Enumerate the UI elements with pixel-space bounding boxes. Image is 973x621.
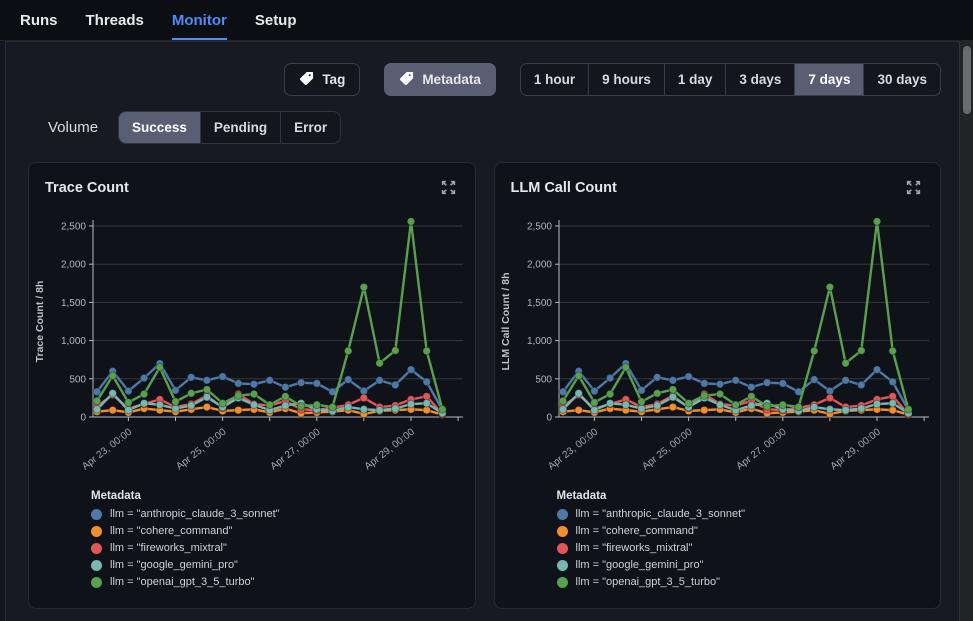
legend-label: llm = "fireworks_mixtral" xyxy=(576,542,693,554)
legend-item: llm = "openai_gpt_3_5_turbo" xyxy=(91,576,475,588)
legend-item: llm = "google_gemini_pro" xyxy=(557,559,941,571)
legend-item: llm = "cohere_command" xyxy=(91,525,475,537)
scrollbar-thumb[interactable] xyxy=(963,46,971,114)
nav-item-setup[interactable]: Setup xyxy=(255,0,297,40)
line-chart: 0 500 1,000 1,500 2,000 2,500 Apr 23, 00:00 Apr… xyxy=(495,202,941,484)
svg-text:Apr 29, 00:00: Apr 29, 00:00 xyxy=(828,426,882,472)
time-range-3-days[interactable]: 3 days xyxy=(725,64,794,95)
svg-text:1,000: 1,000 xyxy=(61,336,86,347)
volume-tab-pending[interactable]: Pending xyxy=(200,112,280,143)
legend-title: Metadata xyxy=(91,490,475,502)
legend-title: Metadata xyxy=(557,490,941,502)
legend-color-dot xyxy=(91,543,102,554)
expand-icon[interactable] xyxy=(438,177,459,198)
svg-text:Apr 27, 00:00: Apr 27, 00:00 xyxy=(734,426,788,472)
nav-item-threads[interactable]: Threads xyxy=(86,0,144,40)
legend-item: llm = "fireworks_mixtral" xyxy=(557,542,941,554)
legend-item: llm = "anthropic_claude_3_sonnet" xyxy=(557,508,941,520)
legend-color-dot xyxy=(91,577,102,588)
svg-text:Apr 27, 00:00: Apr 27, 00:00 xyxy=(269,426,323,472)
svg-text:1,500: 1,500 xyxy=(61,298,86,309)
legend-items: llm = "anthropic_claude_3_sonnet"llm = "… xyxy=(557,508,941,588)
time-range-30-days[interactable]: 30 days xyxy=(863,64,940,95)
legend-color-dot xyxy=(557,526,568,537)
legend-color-dot xyxy=(557,543,568,554)
legend-item: llm = "openai_gpt_3_5_turbo" xyxy=(557,576,941,588)
chart-legend: Metadata llm = "anthropic_claude_3_sonne… xyxy=(557,490,941,588)
svg-text:Trace Count / 8h: Trace Count / 8h xyxy=(34,281,46,363)
svg-text:2,500: 2,500 xyxy=(61,222,86,233)
time-range-9-hours[interactable]: 9 hours xyxy=(588,64,664,95)
legend-item: llm = "fireworks_mixtral" xyxy=(91,542,475,554)
legend-label: llm = "anthropic_claude_3_sonnet" xyxy=(110,508,280,520)
chart-legend: Metadata llm = "anthropic_claude_3_sonne… xyxy=(91,490,475,588)
legend-items: llm = "anthropic_claude_3_sonnet"llm = "… xyxy=(91,508,475,588)
top-nav: Runs Threads Monitor Setup xyxy=(0,0,973,41)
nav-item-monitor[interactable]: Monitor xyxy=(172,0,227,40)
svg-text:Apr 29, 00:00: Apr 29, 00:00 xyxy=(363,426,417,472)
time-range-1-day[interactable]: 1 day xyxy=(664,64,726,95)
legend-label: llm = "cohere_command" xyxy=(110,525,232,537)
svg-text:Apr 23, 00:00: Apr 23, 00:00 xyxy=(80,426,134,472)
svg-text:1,500: 1,500 xyxy=(526,298,551,309)
filters-row: Tag Metadata 1 hour9 hours1 day3 days7 d… xyxy=(6,63,941,96)
svg-text:Apr 23, 00:00: Apr 23, 00:00 xyxy=(546,426,600,472)
svg-text:LLM Call Count / 8h: LLM Call Count / 8h xyxy=(500,273,512,371)
volume-status-tabs: SuccessPendingError xyxy=(118,111,341,144)
svg-text:0: 0 xyxy=(546,413,552,424)
volume-tab-error[interactable]: Error xyxy=(280,112,340,143)
tag-icon xyxy=(299,71,314,89)
expand-icon[interactable] xyxy=(903,177,924,198)
legend-color-dot xyxy=(91,509,102,520)
chart-title: LLM Call Count xyxy=(511,180,617,196)
legend-label: llm = "anthropic_claude_3_sonnet" xyxy=(576,508,746,520)
monitor-panel: Tag Metadata 1 hour9 hours1 day3 days7 d… xyxy=(5,41,959,621)
line-chart: 0 500 1,000 1,500 2,000 2,500 Apr 23, 00:00 Apr… xyxy=(29,202,475,484)
legend-color-dot xyxy=(557,577,568,588)
svg-text:Apr 25, 00:00: Apr 25, 00:00 xyxy=(640,426,694,472)
legend-label: llm = "openai_gpt_3_5_turbo" xyxy=(576,576,721,588)
legend-label: llm = "google_gemini_pro" xyxy=(110,559,238,571)
charts-row: Trace Count 0 500 1,000 1,500 2,000 2,500 Apr … xyxy=(28,162,941,609)
legend-item: llm = "google_gemini_pro" xyxy=(91,559,475,571)
metadata-filter-button[interactable]: Metadata xyxy=(384,63,496,96)
time-range-1-hour[interactable]: 1 hour xyxy=(521,64,588,95)
trace-count-card: Trace Count 0 500 1,000 1,500 2,000 2,500 Apr … xyxy=(28,162,476,609)
svg-text:500: 500 xyxy=(535,374,552,385)
vertical-scrollbar[interactable] xyxy=(959,41,973,621)
metadata-filter-label: Metadata xyxy=(422,72,481,87)
svg-text:2,500: 2,500 xyxy=(526,222,551,233)
legend-label: llm = "fireworks_mixtral" xyxy=(110,542,227,554)
svg-text:500: 500 xyxy=(69,374,86,385)
llm-call-count-card: LLM Call Count 0 500 1,000 1,500 2,000 2,500 A… xyxy=(494,162,942,609)
volume-row: Volume SuccessPendingError xyxy=(48,111,959,144)
legend-color-dot xyxy=(557,509,568,520)
svg-text:1,000: 1,000 xyxy=(526,336,551,347)
svg-text:2,000: 2,000 xyxy=(61,260,86,271)
legend-label: llm = "cohere_command" xyxy=(576,525,698,537)
tag-filter-label: Tag xyxy=(322,72,345,87)
svg-text:2,000: 2,000 xyxy=(526,260,551,271)
time-range-group: 1 hour9 hours1 day3 days7 days30 days xyxy=(520,63,941,96)
chart-title: Trace Count xyxy=(45,180,129,196)
volume-label: Volume xyxy=(48,119,98,136)
legend-item: llm = "cohere_command" xyxy=(557,525,941,537)
legend-label: llm = "openai_gpt_3_5_turbo" xyxy=(110,576,255,588)
legend-color-dot xyxy=(91,526,102,537)
tag-icon xyxy=(399,71,414,89)
legend-item: llm = "anthropic_claude_3_sonnet" xyxy=(91,508,475,520)
legend-label: llm = "google_gemini_pro" xyxy=(576,559,704,571)
legend-color-dot xyxy=(557,560,568,571)
legend-color-dot xyxy=(91,560,102,571)
svg-text:0: 0 xyxy=(80,413,86,424)
time-range-7-days[interactable]: 7 days xyxy=(794,64,863,95)
volume-tab-success[interactable]: Success xyxy=(119,112,200,143)
tag-filter-button[interactable]: Tag xyxy=(284,63,360,96)
svg-text:Apr 25, 00:00: Apr 25, 00:00 xyxy=(174,426,228,472)
nav-item-runs[interactable]: Runs xyxy=(20,0,58,40)
